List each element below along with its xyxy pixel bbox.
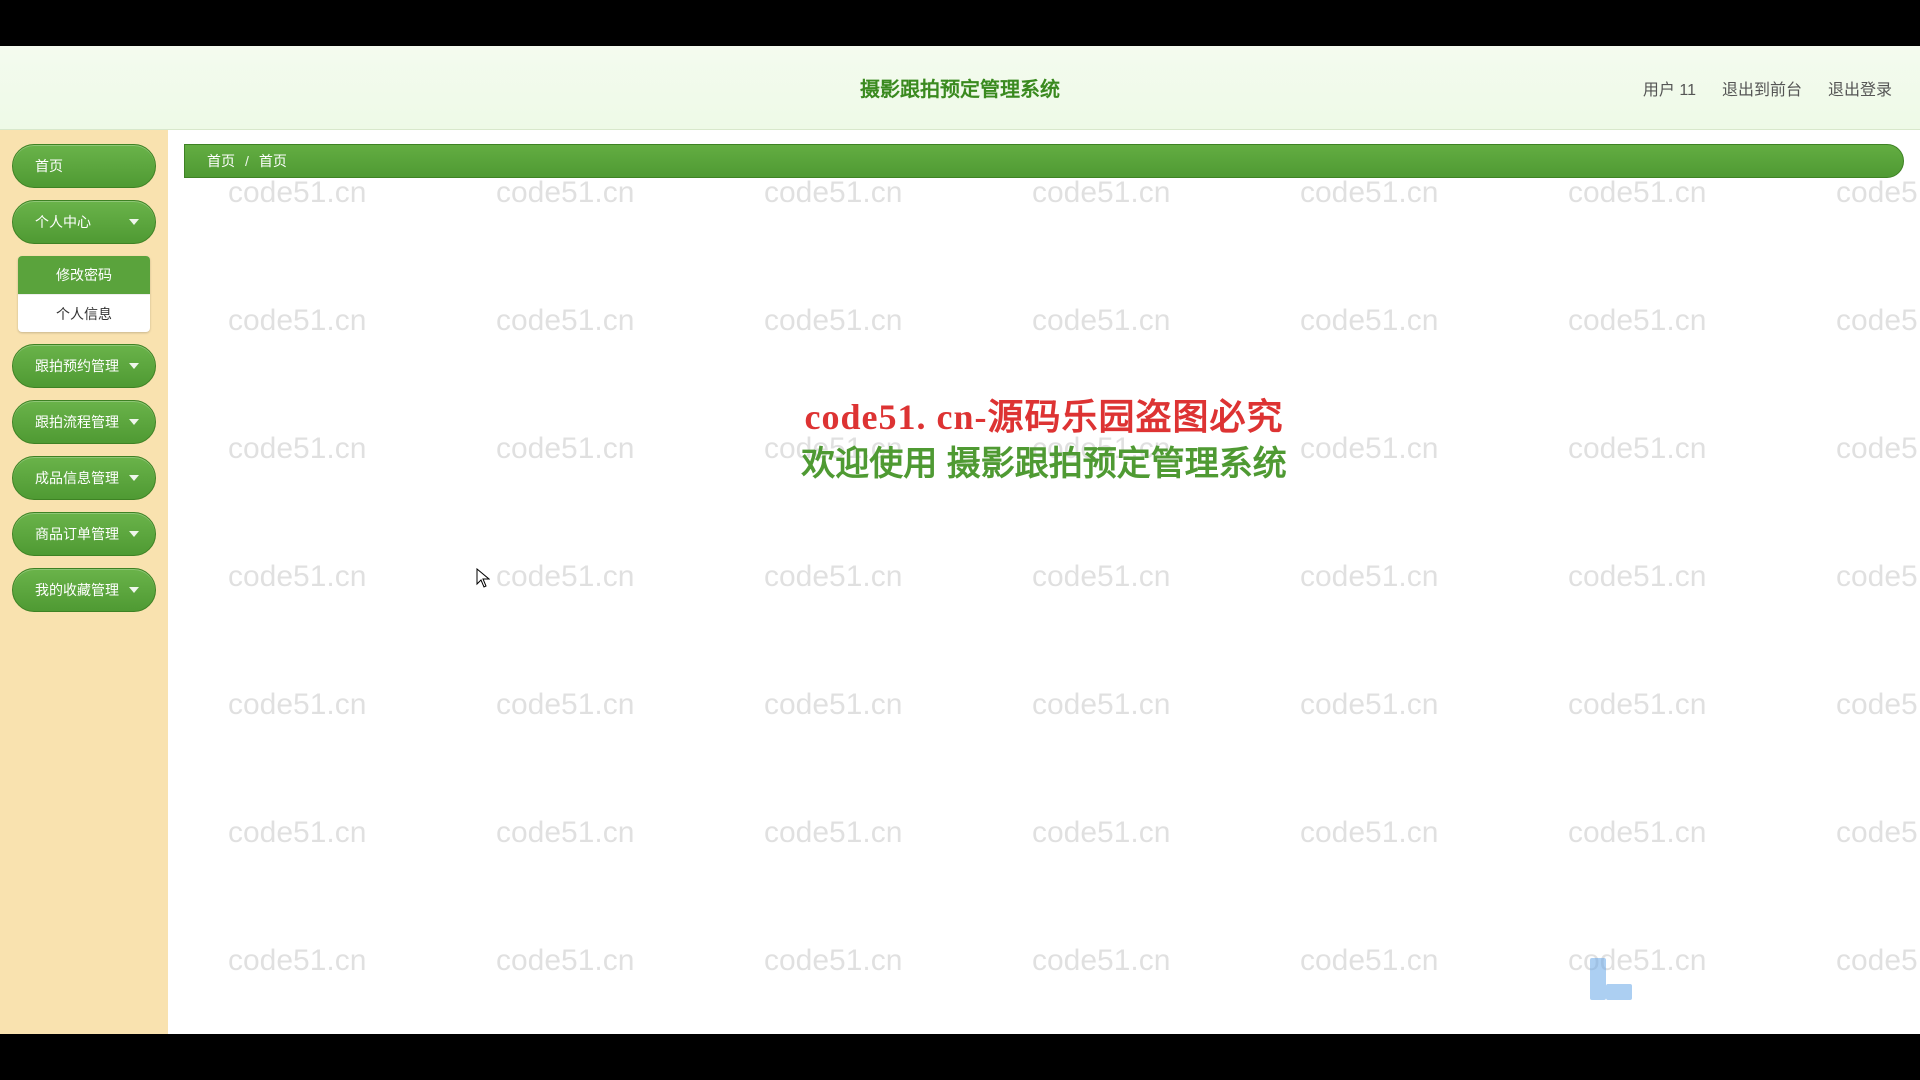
sidebar-item-label: 跟拍流程管理 [35, 412, 119, 432]
top-bar: 摄影跟拍预定管理系统 用户 11 退出到前台 退出登录 [0, 46, 1920, 130]
chevron-down-icon [129, 531, 139, 537]
chevron-down-icon [129, 219, 139, 225]
sidebar-item-process-mgmt[interactable]: 跟拍流程管理 [12, 400, 156, 444]
corner-logo-icon [1590, 950, 1660, 1000]
app-title: 摄影跟拍预定管理系统 [0, 73, 1920, 102]
logout-link[interactable]: 退出登录 [1828, 76, 1892, 100]
sidebar-item-label: 我的收藏管理 [35, 580, 119, 600]
sidebar-submenu-personal-center: 修改密码 个人信息 [18, 256, 150, 332]
submenu-item-label: 个人信息 [56, 304, 112, 324]
top-bar-right: 用户 11 退出到前台 退出登录 [1643, 46, 1892, 129]
breadcrumb: 首页 / 首页 [184, 144, 1904, 178]
sidebar-item-favorites-mgmt[interactable]: 我的收藏管理 [12, 568, 156, 612]
sidebar-home[interactable]: 首页 [12, 144, 156, 188]
breadcrumb-separator: / [245, 153, 249, 169]
sidebar-item-booking-mgmt[interactable]: 跟拍预约管理 [12, 344, 156, 388]
sidebar-item-order-mgmt[interactable]: 商品订单管理 [12, 512, 156, 556]
banner-welcome: 欢迎使用 摄影跟拍预定管理系统 [801, 436, 1286, 485]
sidebar-item-label: 商品订单管理 [35, 524, 119, 544]
sidebar-item-label: 跟拍预约管理 [35, 356, 119, 376]
submenu-item-personal-info[interactable]: 个人信息 [18, 294, 150, 332]
chevron-down-icon [129, 419, 139, 425]
breadcrumb-root[interactable]: 首页 [207, 151, 235, 171]
sidebar-item-personal-center[interactable]: 个人中心 [12, 200, 156, 244]
sidebar-item-product-mgmt[interactable]: 成品信息管理 [12, 456, 156, 500]
sidebar-item-label: 个人中心 [35, 212, 91, 232]
submenu-item-label: 修改密码 [56, 265, 112, 285]
content: code51. cn-源码乐园盗图必究 欢迎使用 摄影跟拍预定管理系统 [184, 178, 1904, 1006]
sidebar-home-label: 首页 [35, 156, 63, 176]
sidebar-item-label: 成品信息管理 [35, 468, 119, 488]
banner-warning: code51. cn-源码乐园盗图必究 [805, 388, 1284, 440]
submenu-item-change-password[interactable]: 修改密码 [18, 256, 150, 294]
chevron-down-icon [129, 475, 139, 481]
sidebar: 首页 个人中心 修改密码 个人信息 跟拍预约管理 跟拍流程管理 [0, 130, 168, 1034]
breadcrumb-current: 首页 [259, 151, 287, 171]
chevron-down-icon [129, 363, 139, 369]
user-label: 用户 11 [1643, 76, 1696, 100]
body: 首页 个人中心 修改密码 个人信息 跟拍预约管理 跟拍流程管理 [0, 130, 1920, 1034]
exit-to-front-link[interactable]: 退出到前台 [1722, 76, 1802, 100]
main-area: 首页 / 首页 code51. cn-源码乐园盗图必究 欢迎使用 摄影跟拍预定管… [168, 130, 1920, 1034]
chevron-down-icon [129, 587, 139, 593]
app-window: code51.cncode51.cncode51.cncode51.cncode… [0, 46, 1920, 1034]
